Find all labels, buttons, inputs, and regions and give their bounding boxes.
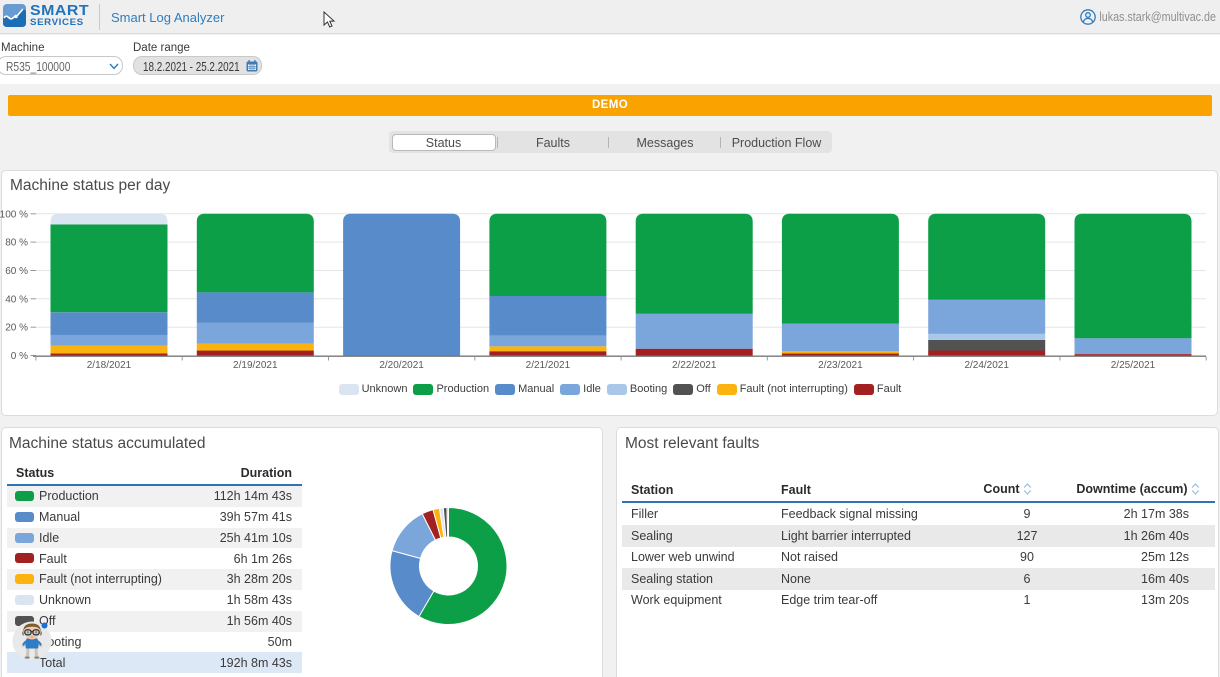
- svg-text:2/23/2021: 2/23/2021: [818, 360, 863, 371]
- svg-text:2/24/2021: 2/24/2021: [964, 360, 1009, 371]
- svg-text:2/22/2021: 2/22/2021: [672, 360, 717, 371]
- svg-text:2/19/2021: 2/19/2021: [233, 360, 278, 371]
- svg-text:100 %: 100 %: [0, 209, 28, 220]
- svg-text:0 %: 0 %: [11, 351, 28, 362]
- svg-text:80 %: 80 %: [5, 238, 28, 249]
- svg-text:60 %: 60 %: [5, 266, 28, 277]
- svg-text:40 %: 40 %: [5, 294, 28, 305]
- svg-text:20 %: 20 %: [5, 323, 28, 334]
- svg-text:2/18/2021: 2/18/2021: [87, 360, 132, 371]
- svg-text:2/21/2021: 2/21/2021: [526, 360, 571, 371]
- svg-text:2/25/2021: 2/25/2021: [1111, 360, 1156, 371]
- svg-text:2/20/2021: 2/20/2021: [379, 360, 424, 371]
